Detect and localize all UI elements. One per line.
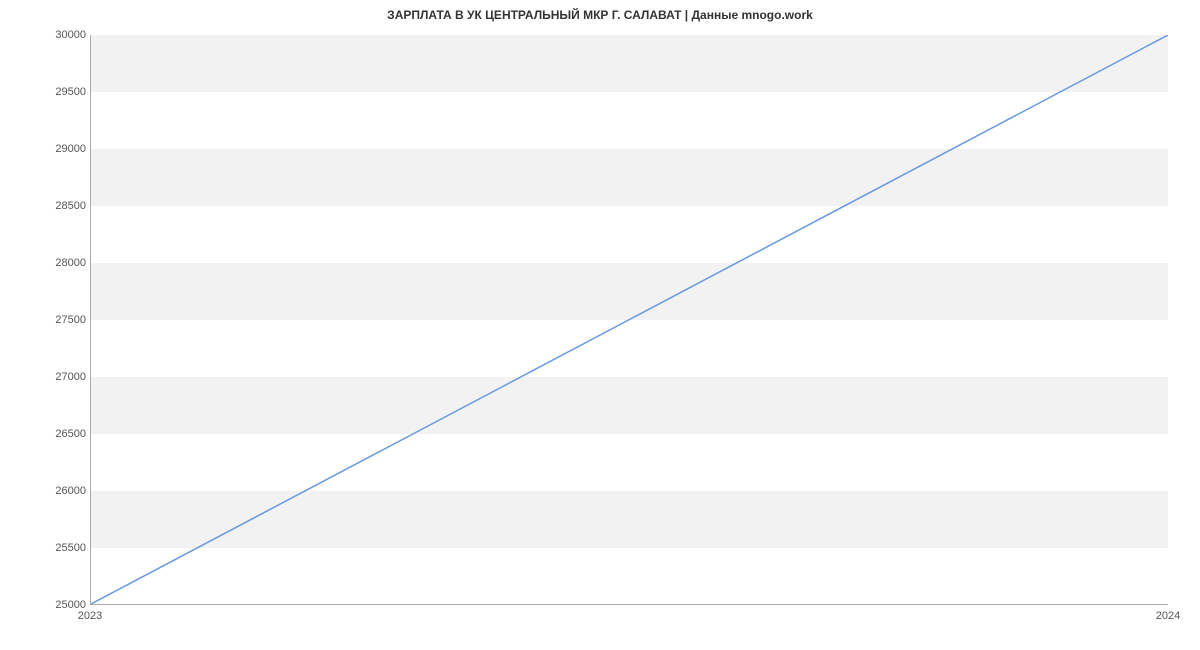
chart-container: ЗАРПЛАТА В УК ЦЕНТРАЛЬНЫЙ МКР Г. САЛАВАТ… [0, 0, 1200, 650]
y-tick-label: 30000 [6, 29, 86, 41]
y-tick-label: 29000 [6, 143, 86, 155]
line-series [91, 35, 1168, 604]
x-tick-label: 2023 [78, 610, 102, 622]
y-tick-label: 29500 [6, 86, 86, 98]
y-tick-label: 26000 [6, 485, 86, 497]
y-tick-label: 27500 [6, 314, 86, 326]
y-tick-label: 28500 [6, 200, 86, 212]
plot-area [90, 35, 1168, 605]
y-tick-label: 25000 [6, 599, 86, 611]
y-tick-label: 27000 [6, 371, 86, 383]
x-tick-label: 2024 [1156, 610, 1180, 622]
chart-title: ЗАРПЛАТА В УК ЦЕНТРАЛЬНЫЙ МКР Г. САЛАВАТ… [0, 8, 1200, 22]
y-tick-label: 26500 [6, 428, 86, 440]
y-tick-label: 25500 [6, 542, 86, 554]
y-tick-label: 28000 [6, 257, 86, 269]
